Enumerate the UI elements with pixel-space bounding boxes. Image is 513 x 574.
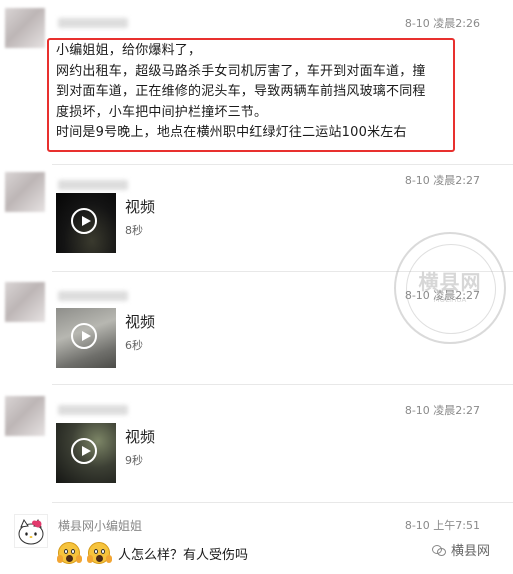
video-duration: 9秒	[125, 454, 143, 467]
video-label: 视频	[125, 428, 156, 446]
sender-name-blurred	[58, 405, 128, 415]
reply-text[interactable]: 人怎么样？有人受伤吗	[118, 544, 248, 563]
message-text[interactable]: 小编姐姐，给你爆料了， 网约出租车，超级马路杀手女司机厉害了，车开到对面车道，撞…	[56, 41, 452, 144]
video-thumbnail[interactable]	[56, 423, 116, 483]
video-label: 视频	[125, 313, 156, 331]
video-duration: 8秒	[125, 224, 143, 237]
sender-name-blurred	[58, 291, 128, 301]
message-line: 网约出租车，超级马路杀手女司机厉害了，车开到对面车道，撞	[56, 63, 426, 79]
message-line: 时间是9号晚上，地点在横州职中红绿灯往二运站100米左右	[56, 125, 407, 140]
sender-avatar[interactable]	[5, 282, 45, 322]
scream-emoji-icon	[87, 542, 112, 564]
reply-sender-name: 横县网小编姐姐	[58, 519, 143, 533]
message-timestamp: 8-10 凌晨2:27	[404, 404, 480, 417]
play-icon[interactable]	[71, 438, 97, 464]
play-icon[interactable]	[71, 208, 97, 234]
video-label: 视频	[125, 198, 156, 216]
message-timestamp: 8-10 凌晨2:27	[404, 174, 480, 187]
brand-name: 横县网	[451, 544, 491, 559]
wechat-icon	[432, 544, 446, 556]
sender-name-blurred	[58, 18, 128, 28]
sender-avatar[interactable]	[5, 172, 45, 212]
sender-name-blurred	[58, 180, 128, 190]
message-timestamp: 8-10 凌晨2:26	[404, 17, 480, 30]
divider	[52, 164, 513, 165]
video-duration: 6秒	[125, 339, 143, 352]
divider	[52, 384, 513, 385]
watermark-seal: 横县网 MOLIHUA	[394, 232, 506, 344]
sender-avatar[interactable]	[5, 396, 45, 436]
message-line: 小编姐姐，给你爆料了，	[56, 43, 202, 58]
scream-emoji-icon	[57, 542, 82, 564]
divider	[52, 502, 513, 503]
video-thumbnail[interactable]	[56, 308, 116, 368]
watermark-logo-subtext: MOLIHUA	[433, 296, 467, 304]
sender-avatar[interactable]	[5, 8, 45, 48]
hello-kitty-icon	[18, 518, 44, 545]
message-timestamp: 8-10 上午7:51	[404, 519, 480, 532]
play-icon[interactable]	[71, 323, 97, 349]
video-thumbnail[interactable]	[56, 193, 116, 253]
admin-avatar[interactable]	[14, 514, 48, 548]
watermark-logo-text: 横县网	[418, 270, 482, 294]
brand-watermark: 横县网	[432, 540, 490, 559]
message-line: 到对面车道，正在维修的泥头车，导致两辆车前挡风玻璃不同程	[56, 84, 426, 99]
message-line: 度损坏，小车把中间护栏撞坏三节。	[56, 104, 268, 120]
